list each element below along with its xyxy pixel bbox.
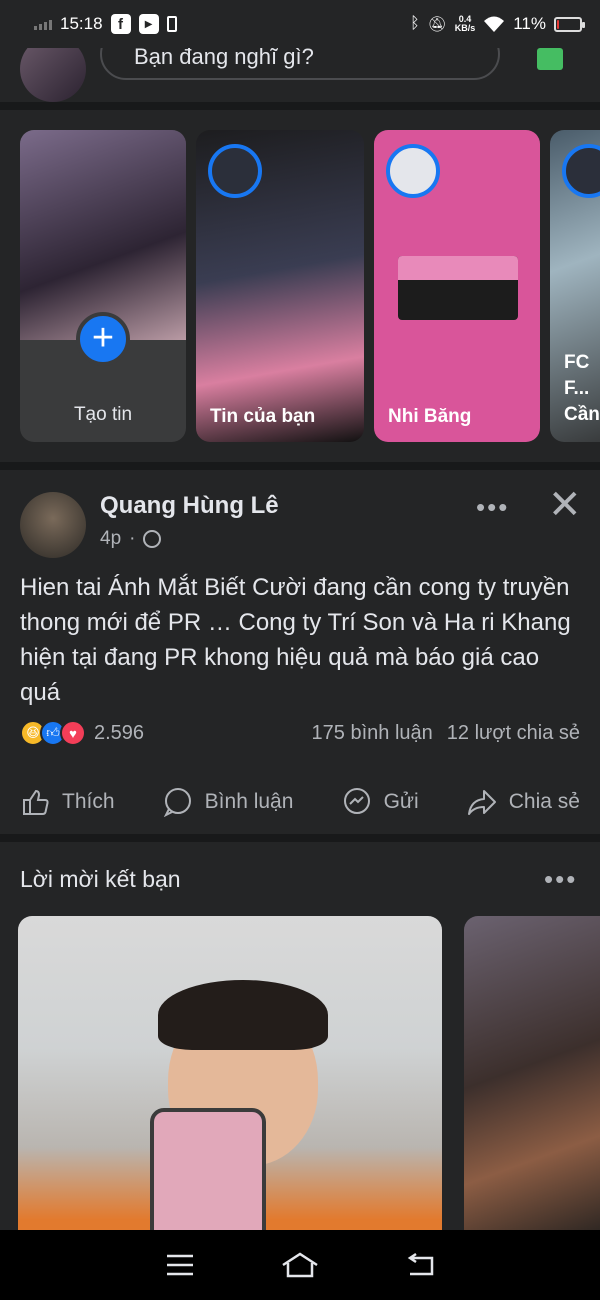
mute-bell-icon: 🔕︎ (427, 16, 447, 33)
signal-icon (34, 18, 52, 30)
bluetooth-icon: ᛒ (410, 15, 420, 32)
create-story-card[interactable]: + Tạo tin (20, 130, 186, 442)
share-label: Chia sẻ (508, 790, 580, 813)
composer: Bạn đang nghĩ gì? (0, 28, 600, 102)
divider (0, 834, 600, 842)
status-bar: 15:18 f ▶ ᛒ 🔕︎ 0.4 KB/s 11% (0, 0, 600, 48)
back-button[interactable] (400, 1245, 440, 1285)
reaction-count: 2.596 (94, 721, 145, 744)
comment-label: Bình luận (204, 790, 294, 813)
post-text: Hien tai Ánh Mắt Biết Cười đang cần cong… (20, 574, 571, 706)
stories-tray: + Tạo tin Tin của bạn Nhi Băng FC F... C… (0, 110, 600, 462)
author-name[interactable]: Quang Hùng Lê (100, 492, 279, 520)
comment-count[interactable]: 175 bình luận (312, 722, 433, 745)
messenger-icon (343, 788, 370, 814)
more-options-icon[interactable]: ••• (476, 492, 509, 523)
photo-icon[interactable] (537, 48, 563, 70)
author-avatar[interactable] (20, 492, 86, 558)
like-label: Thích (62, 790, 115, 813)
home-button[interactable] (280, 1245, 320, 1285)
wifi-icon (484, 16, 505, 32)
system-nav-bar (0, 1230, 600, 1300)
send-button[interactable]: Gửi (342, 787, 419, 817)
story-card[interactable]: Tin của bạn (196, 130, 364, 442)
friend-photo-hair (158, 980, 328, 1050)
story-avatar (386, 144, 440, 198)
battery-fill (557, 19, 559, 29)
friend-request-card[interactable] (18, 916, 442, 1230)
battery-percent: 11% (513, 14, 546, 33)
post-actions: Thích Bình luận Gửi Chia sẻ (0, 782, 600, 822)
share-count[interactable]: 12 lượt chia sẻ (447, 722, 580, 745)
battery-saver-icon (166, 16, 177, 32)
story-name: Nhi Băng (388, 406, 472, 427)
more-options-icon[interactable]: ••• (544, 864, 577, 895)
close-icon[interactable]: ✕ (548, 482, 582, 528)
like-button[interactable]: Thích (20, 787, 115, 817)
comment-icon (163, 788, 191, 817)
story-name: Tin của bạn (210, 406, 316, 427)
facebook-notification-icon: f (110, 14, 131, 34)
divider (0, 102, 600, 110)
globe-icon (143, 530, 162, 548)
menu-icon (167, 1254, 193, 1276)
meta-dot: · (129, 528, 136, 549)
net-speed-unit: KB/s (454, 23, 476, 33)
net-speed: 0.4 KB/s (455, 15, 476, 33)
battery-icon (554, 16, 585, 32)
create-story-label: Tạo tin (73, 404, 133, 425)
back-icon (407, 1252, 434, 1276)
divider (0, 462, 600, 470)
story-name: FC F... Cần... (564, 352, 600, 425)
friend-requests-section: Lời mời kết bạn ••• (0, 842, 600, 1230)
home-icon (282, 1252, 318, 1278)
share-button[interactable]: Chia sẻ (467, 787, 580, 817)
share-arrow-icon (467, 790, 496, 815)
recent-apps-button[interactable] (160, 1245, 200, 1285)
create-story-photo (20, 130, 186, 340)
friend-request-card[interactable] (464, 916, 600, 1230)
status-time: 15:18 (60, 14, 103, 33)
friend-requests-title: Lời mời kết bạn (20, 866, 181, 892)
reaction-summary[interactable]: 😆︎ 👍︎ ♥ 2.596 175 bình luận 12 lượt chia… (20, 720, 580, 746)
post-time[interactable]: 4p (100, 528, 121, 550)
post-meta: 4p · (100, 528, 162, 550)
story-card[interactable]: FC F... Cần... (550, 130, 600, 442)
plus-icon[interactable]: + (76, 312, 130, 366)
feed-post: Quang Hùng Lê 4p · ••• ✕ Hien tai Ánh Mắ… (0, 470, 600, 834)
thumbs-up-icon (23, 789, 49, 815)
story-avatar (208, 144, 262, 198)
story-card[interactable]: Nhi Băng (374, 130, 540, 442)
love-reaction-icon: ♥ (60, 720, 86, 746)
story-avatar (562, 144, 600, 198)
story-sticker (398, 256, 518, 320)
comment-button[interactable]: Bình luận (163, 787, 294, 817)
youtube-notification-icon: ▶ (138, 14, 159, 34)
send-label: Gửi (383, 790, 419, 813)
friend-photo-phone (150, 1108, 266, 1230)
